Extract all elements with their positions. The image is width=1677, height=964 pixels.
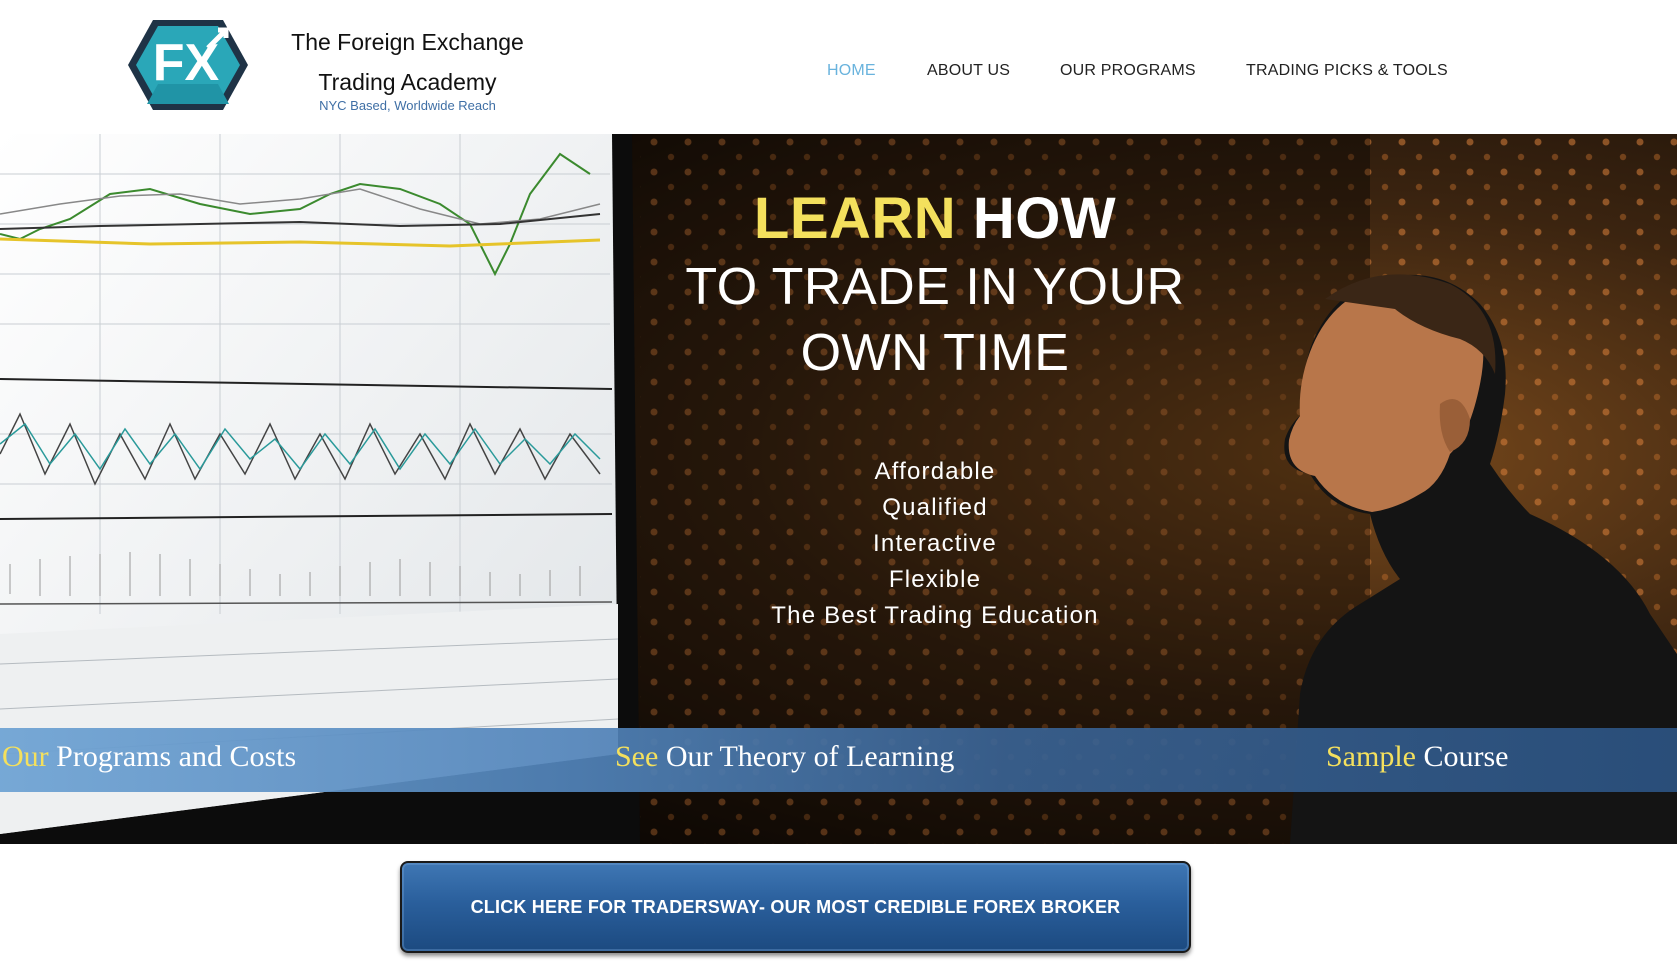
link-highlight: Our (2, 740, 49, 773)
brand-title[interactable]: The Foreign Exchange Trading Academy (280, 22, 535, 102)
feature-list: Affordable Qualified Interactive Flexibl… (640, 454, 1230, 634)
feature-item: Interactive (873, 530, 997, 557)
feature-item: Affordable (874, 458, 996, 485)
nav-about-us[interactable]: ABOUT US (927, 62, 1010, 80)
headline-rest: HOW (956, 186, 1117, 251)
brand-title-line2: Trading Academy (318, 69, 497, 95)
subheadline-line1: TO TRADE IN YOUR (685, 258, 1185, 316)
link-sample-course[interactable]: Sample Course (1326, 740, 1509, 774)
nav-home[interactable]: HOME (827, 62, 876, 80)
link-theory-of-learning[interactable]: See Our Theory of Learning (615, 740, 954, 774)
link-highlight: See (615, 740, 659, 773)
link-text: Course (1416, 740, 1509, 773)
link-highlight: Sample (1326, 740, 1416, 773)
brand-title-line1: The Foreign Exchange (291, 29, 524, 55)
link-text: Programs and Costs (48, 740, 297, 773)
logo-text: FX (153, 34, 220, 92)
nav-trading-picks-tools[interactable]: TRADING PICKS & TOOLS (1246, 62, 1448, 80)
brand-subtitle: NYC Based, Worldwide Reach (319, 98, 496, 113)
subheadline-line2: OWN TIME (800, 324, 1070, 382)
link-text: Our Theory of Learning (658, 740, 955, 773)
link-programs-and-costs[interactable]: Our Programs and Costs (2, 740, 296, 774)
nav-our-programs[interactable]: OUR PROGRAMS (1060, 62, 1196, 80)
feature-item: Flexible (888, 566, 982, 593)
headline-main: LEARN HOW (640, 184, 1230, 254)
headline-highlight: LEARN (753, 186, 957, 251)
feature-item: Qualified (882, 494, 988, 521)
hero-headline: LEARN HOW TO TRADE IN YOUR OWN TIME (640, 184, 1230, 386)
fx-logo[interactable]: FX (128, 18, 248, 113)
quick-links-band: Our Programs and Costs See Our Theory of… (0, 728, 1677, 792)
feature-item: The Best Trading Education (771, 602, 1099, 629)
tradersway-broker-button[interactable]: CLICK HERE FOR TRADERSWAY- OUR MOST CRED… (400, 861, 1191, 953)
hero-banner: LEARN HOW TO TRADE IN YOUR OWN TIME Affo… (0, 134, 1677, 844)
